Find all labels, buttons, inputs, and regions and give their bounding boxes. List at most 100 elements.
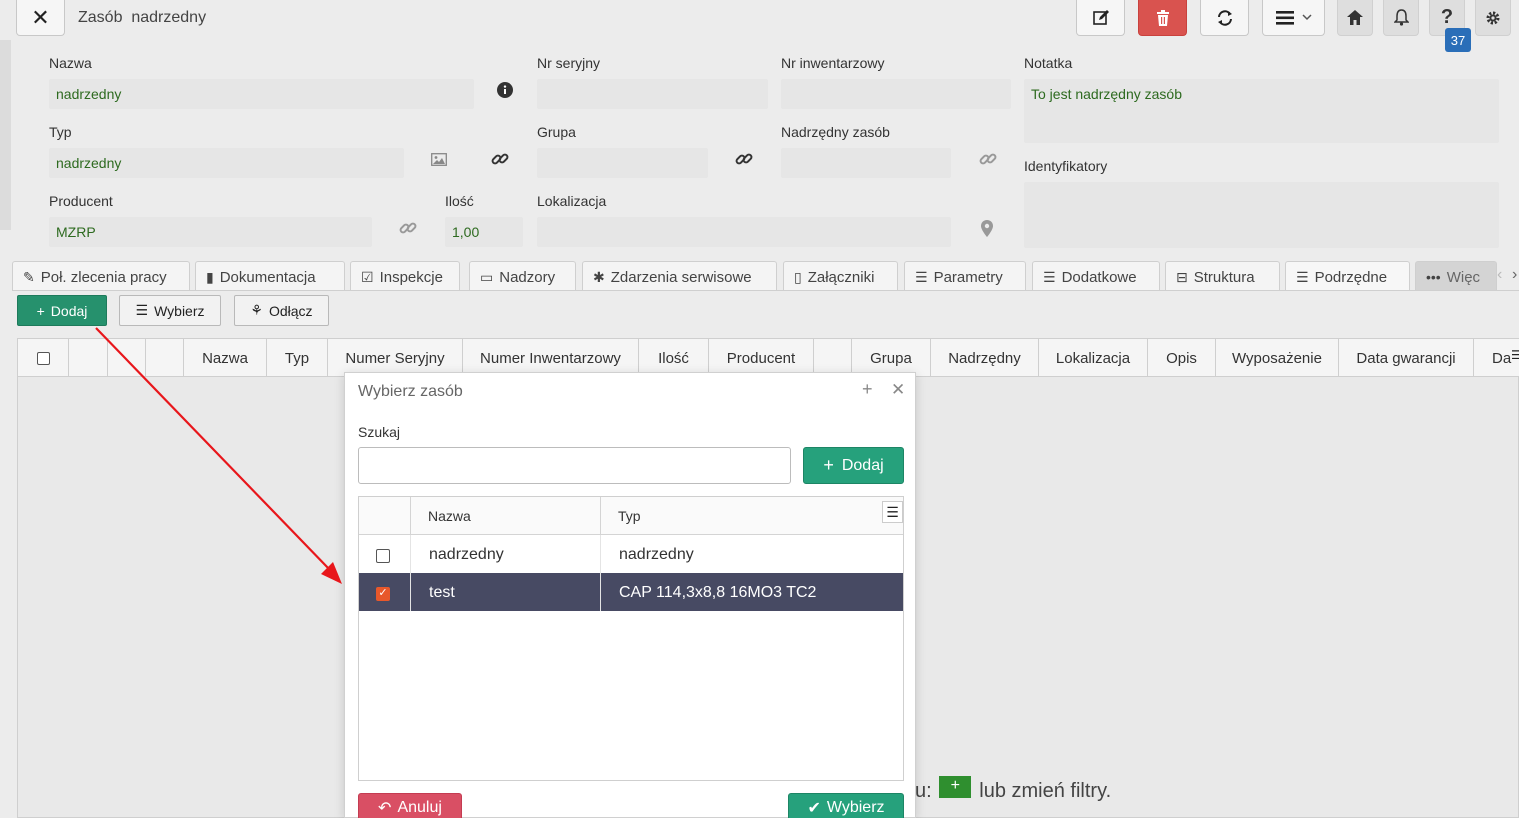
tab-more[interactable]: ••• Więc [1415,261,1497,291]
header-typ[interactable]: Typ [601,497,881,535]
cancel-button[interactable]: ↶ Anuluj [358,793,462,818]
left-edge-strip [0,40,11,230]
search-input[interactable] [358,447,791,484]
nr-seryjny-field[interactable] [537,79,768,109]
tab-parametry[interactable]: ☰ Parametry [904,261,1026,291]
table-row-selected[interactable]: ✓ test CAP 114,3x8,8 16MO3 TC2 [359,573,903,611]
grid-select-all-cell[interactable] [18,339,69,377]
nazwa-label: Nazwa [49,55,92,71]
link-icon[interactable] [735,150,753,168]
nadrzedny-zasob-label: Nadrzędny zasób [781,124,890,140]
tab-struktura[interactable]: ⊟ Struktura [1165,261,1280,291]
delete-button[interactable] [1138,0,1187,36]
confirm-choose-button[interactable]: ✔ Wybierz [788,793,904,818]
lokalizacja-field[interactable] [537,217,951,247]
wrench-icon: ✎ [23,269,35,285]
dots-icon: ••• [1426,269,1441,285]
producent-label: Producent [49,193,113,209]
grid-col-blank [69,339,108,377]
image-icon[interactable] [431,153,447,166]
settings-button[interactable] [1475,0,1511,36]
tab-inspekcje[interactable]: ☑ Inspekcje [350,261,460,291]
detach-button[interactable]: ⚘ Odłącz [234,295,329,326]
header-nazwa[interactable]: Nazwa [411,497,601,535]
refresh-button[interactable] [1200,0,1249,36]
typ-label: Typ [49,124,72,140]
identyfikatory-field[interactable] [1024,182,1499,248]
dialog-add-button[interactable]: + Dodaj [803,447,904,484]
link-icon[interactable] [399,219,417,237]
grid-col-data-gwarancji[interactable]: Data gwarancji [1339,339,1474,377]
ilosc-field[interactable]: 1,00 [445,217,523,247]
lokalizacja-label: Lokalizacja [537,193,607,209]
list-icon: ☰ [1296,269,1309,285]
list-icon: ☰ [1043,269,1056,285]
tab-zdarzenia-serwisowe[interactable]: ✱ Zdarzenia serwisowe [582,261,777,291]
grupa-field[interactable] [537,148,708,178]
bell-icon [1393,9,1409,26]
menu-dropdown-button[interactable] [1262,0,1325,36]
bookmark-icon: ▮ [206,269,214,285]
nr-inwentarzowy-field[interactable] [781,79,1011,109]
identyfikatory-label: Identyfikatory [1024,158,1108,174]
undo-icon: ↶ [378,800,392,817]
notifications-button[interactable] [1383,0,1419,36]
tab-zalaczniki[interactable]: ▯ Załączniki [783,261,898,291]
resource-table: Nazwa Typ ☰ nadrzedny nadrzedny ✓ test C… [358,496,904,781]
notatka-field[interactable]: To jest nadrzędny zasób [1024,79,1499,143]
nazwa-field[interactable]: nadrzedny [49,79,474,109]
row-type: nadrzedny [619,546,694,563]
tab-scroll-left-icon[interactable]: ‹ [1497,266,1502,284]
bug-icon: ✱ [593,269,605,285]
tab-podrzedne[interactable]: ☰ Podrzędne [1285,261,1410,291]
nadrzedny-zasob-field[interactable] [781,148,951,178]
tab-dodatkowe[interactable]: ☰ Dodatkowe [1032,261,1160,291]
grid-empty-message: u: + lub zmień filtry. [915,776,1112,802]
tab-dokumentacja[interactable]: ▮ Dokumentacja [195,261,345,291]
map-marker-icon[interactable] [981,220,993,237]
tab-bar: ✎ Poł. zlecenia pracy ▮ Dokumentacja ☑ Insp… [12,260,1519,291]
row-divider [600,535,601,611]
choose-button[interactable]: ☰ Wybierz [119,295,221,326]
info-icon[interactable] [497,82,513,98]
close-icon[interactable]: ✕ [891,380,905,400]
minus-box-icon: ▭ [480,269,494,285]
empty-add-button[interactable]: + [939,776,972,798]
header-select-cell [359,497,411,535]
tab-scroll-right-icon[interactable]: › [1512,266,1517,284]
grid-menu-icon[interactable]: ☰ [1511,348,1519,362]
typ-field[interactable]: nadrzedny [49,148,404,178]
tab-nadzory[interactable]: ▭ Nadzory [469,261,576,291]
row-name: nadrzedny [429,546,504,563]
table-menu-button[interactable]: ☰ [882,501,903,523]
select-resource-dialog: Wybierz zasób + ✕ Szukaj + Dodaj Nazwa Ty… [344,372,916,818]
row-checkbox-checked[interactable]: ✓ [376,587,390,601]
select-list-icon: ☰ [135,302,149,318]
plus-icon: + [36,302,45,319]
grid-col-nadrzedny[interactable]: Nadrzędny [931,339,1039,377]
table-row[interactable]: nadrzedny nadrzedny [359,535,903,573]
grid-col-wyposazenie[interactable]: Wyposażenie [1216,339,1339,377]
grid-col-typ[interactable]: Typ [267,339,328,377]
nr-seryjny-label: Nr seryjny [537,55,601,71]
dialog-title: Wybierz zasób [358,383,463,400]
link-icon[interactable] [491,150,509,168]
tab-pol-zlecenia-pracy[interactable]: ✎ Poł. zlecenia pracy [12,261,190,291]
grid-col-opis[interactable]: Opis [1148,339,1216,377]
close-icon: ✕ [31,4,50,30]
select-all-checkbox[interactable] [36,351,50,365]
file-icon: ▯ [794,269,802,285]
producent-field[interactable]: MZRP [49,217,372,247]
link-icon[interactable] [979,150,997,168]
grid-col-lokalizacja[interactable]: Lokalizacja [1039,339,1148,377]
edit-icon [1092,9,1109,25]
add-button[interactable]: + Dodaj [17,295,107,326]
expand-icon[interactable]: + [862,379,873,400]
grid-col-nazwa[interactable]: Nazwa [184,339,267,377]
edit-button[interactable] [1076,0,1125,36]
resource-table-header: Nazwa Typ ☰ [359,497,903,535]
close-button[interactable]: ✕ [16,0,65,36]
row-checkbox[interactable] [376,549,390,563]
home-button[interactable] [1337,0,1373,36]
checkbox-icon: ☑ [361,269,374,285]
